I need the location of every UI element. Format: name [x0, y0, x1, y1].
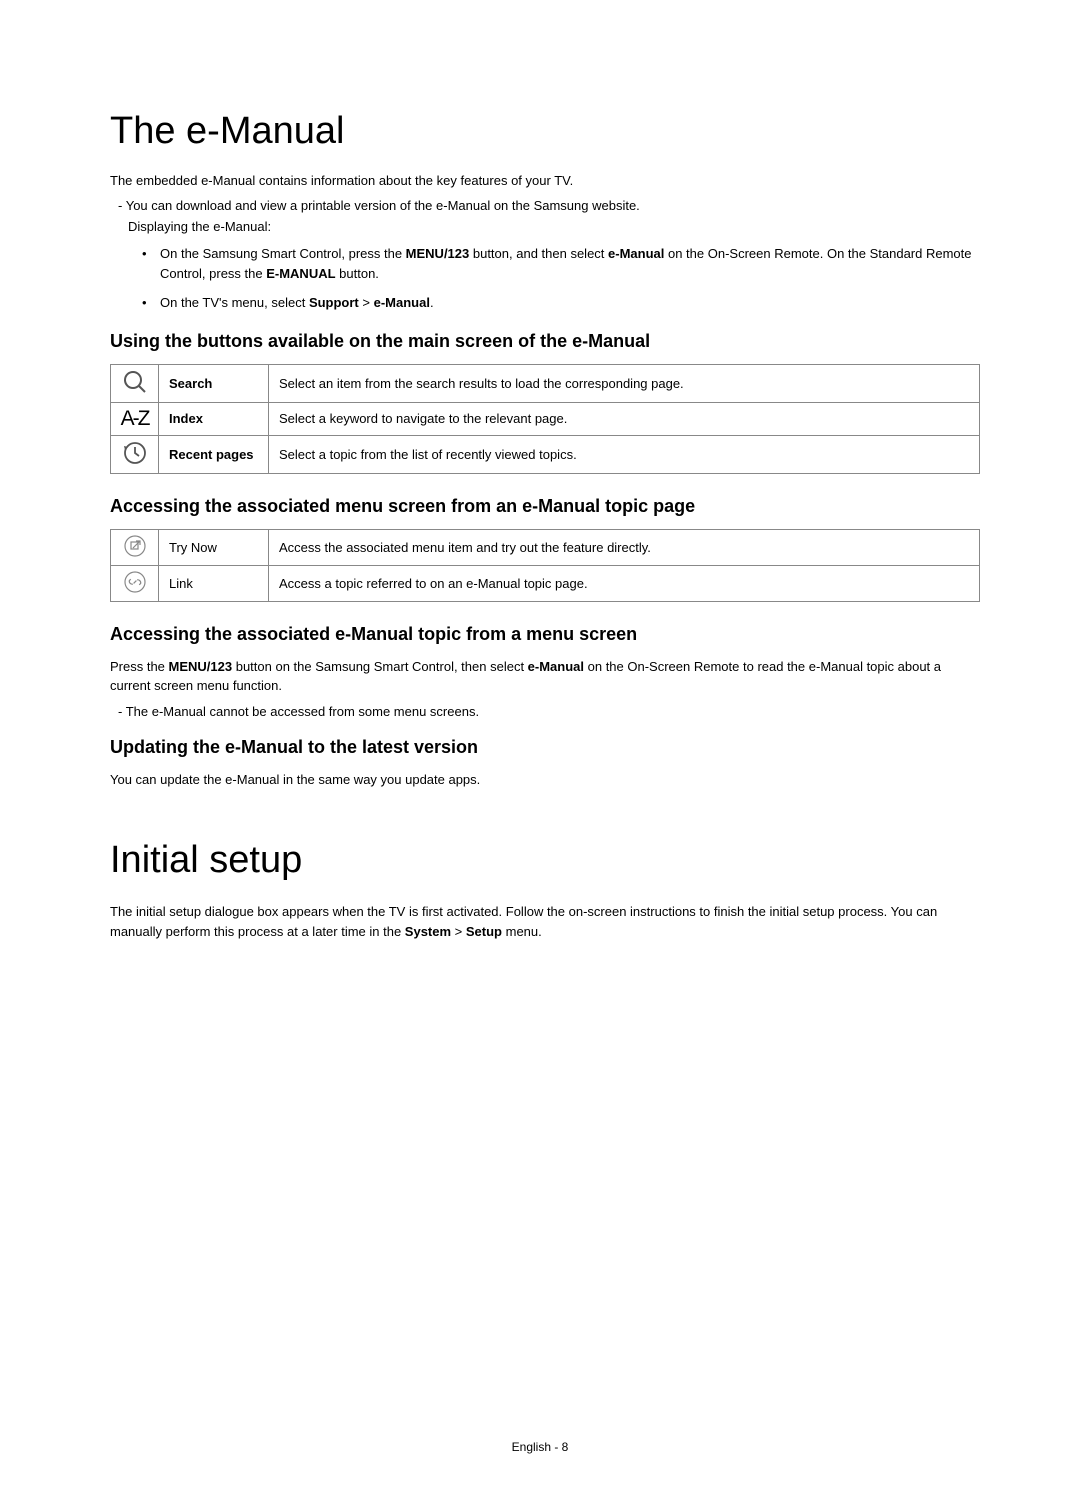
- subheading-accessing-topic: Accessing the associated e-Manual topic …: [110, 624, 980, 645]
- text-fragment: Press the: [110, 659, 169, 674]
- page-footer: English - 8: [0, 1440, 1080, 1454]
- intro-text: The embedded e-Manual contains informati…: [110, 173, 980, 188]
- setup-label: Setup: [466, 924, 502, 939]
- download-note: You can download and view a printable ve…: [118, 198, 980, 213]
- search-name: Search: [159, 364, 269, 402]
- az-icon-text: A-Z: [121, 407, 149, 430]
- system-label: System: [405, 924, 451, 939]
- recent-icon: [111, 435, 159, 473]
- list-item: On the Samsung Smart Control, press the …: [160, 244, 980, 283]
- emanual-label: e-Manual: [608, 246, 664, 261]
- section-heading-initial-setup: Initial setup: [110, 839, 980, 882]
- displaying-label: Displaying the e-Manual:: [128, 219, 980, 234]
- cannot-access-note: The e-Manual cannot be accessed from som…: [118, 704, 980, 719]
- recent-desc: Select a topic from the list of recently…: [269, 435, 980, 473]
- text-fragment: On the Samsung Smart Control, press the: [160, 246, 406, 261]
- text-fragment: menu.: [502, 924, 542, 939]
- emanual-label: e-Manual: [528, 659, 584, 674]
- link-desc: Access a topic referred to on an e-Manua…: [269, 565, 980, 601]
- trynow-desc: Access the associated menu item and try …: [269, 529, 980, 565]
- subheading-buttons: Using the buttons available on the main …: [110, 331, 980, 352]
- index-name: Index: [159, 402, 269, 435]
- buttons-table: Search Select an item from the search re…: [110, 364, 980, 474]
- subheading-updating: Updating the e-Manual to the latest vers…: [110, 737, 980, 758]
- text-fragment: button on the Samsung Smart Control, the…: [232, 659, 528, 674]
- menu-button-label: MENU/123: [169, 659, 233, 674]
- link-name: Link: [159, 565, 269, 601]
- text-fragment: >: [359, 295, 374, 310]
- display-methods-list: On the Samsung Smart Control, press the …: [160, 244, 980, 313]
- search-icon: [111, 364, 159, 402]
- recent-name: Recent pages: [159, 435, 269, 473]
- text-fragment: .: [430, 295, 434, 310]
- support-label: Support: [309, 295, 359, 310]
- text-fragment: button, and then select: [469, 246, 608, 261]
- trynow-name: Try Now: [159, 529, 269, 565]
- trynow-icon: [111, 529, 159, 565]
- section-heading-emanual: The e-Manual: [110, 110, 980, 153]
- search-desc: Select an item from the search results t…: [269, 364, 980, 402]
- list-item: On the TV's menu, select Support > e-Man…: [160, 293, 980, 313]
- table-row: A-Z Index Select a keyword to navigate t…: [111, 402, 980, 435]
- subheading-accessing-menu: Accessing the associated menu screen fro…: [110, 496, 980, 517]
- table-row: Search Select an item from the search re…: [111, 364, 980, 402]
- table-row: Recent pages Select a topic from the lis…: [111, 435, 980, 473]
- table-row: Link Access a topic referred to on an e-…: [111, 565, 980, 601]
- initial-setup-para: The initial setup dialogue box appears w…: [110, 902, 980, 941]
- text-fragment: >: [451, 924, 466, 939]
- menu-button-label: MENU/123: [406, 246, 470, 261]
- emanual-button-label: E-MANUAL: [266, 266, 335, 281]
- link-icon: [111, 565, 159, 601]
- index-icon: A-Z: [111, 402, 159, 435]
- text-fragment: button.: [336, 266, 379, 281]
- access-table: Try Now Access the associated menu item …: [110, 529, 980, 602]
- table-row: Try Now Access the associated menu item …: [111, 529, 980, 565]
- update-para: You can update the e-Manual in the same …: [110, 770, 980, 790]
- index-desc: Select a keyword to navigate to the rele…: [269, 402, 980, 435]
- emanual-label: e-Manual: [374, 295, 430, 310]
- text-fragment: On the TV's menu, select: [160, 295, 309, 310]
- press-menu-para: Press the MENU/123 button on the Samsung…: [110, 657, 980, 696]
